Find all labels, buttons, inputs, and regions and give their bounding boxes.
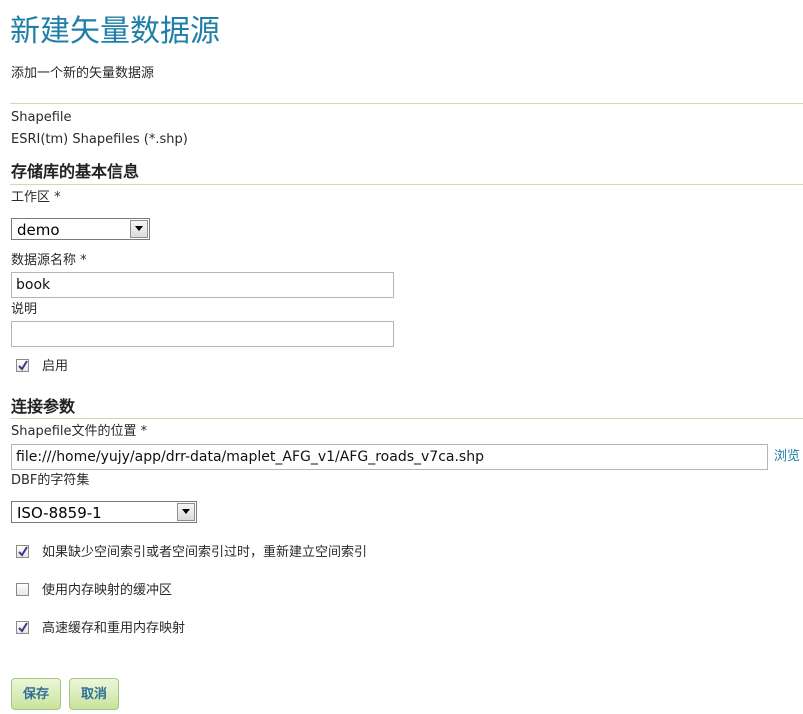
workspace-select[interactable]: demo — [11, 218, 150, 240]
workspace-label: 工作区 * — [11, 190, 61, 205]
section-connection-title: 连接参数 — [11, 397, 76, 416]
memory-mapped-buffer-checkbox[interactable] — [16, 583, 29, 596]
cancel-button[interactable]: 取消 — [69, 678, 119, 710]
dbf-charset-select[interactable]: ISO-8859-1 — [11, 501, 197, 523]
shapefile-location-input[interactable]: file:///home/yujy/app/drr-data/maplet_AF… — [11, 444, 768, 470]
rebuild-spatial-index-checkbox[interactable] — [16, 545, 29, 558]
cache-memory-maps-label: 高速缓存和重用内存映射 — [42, 621, 186, 636]
dbf-charset-label: DBF的字符集 — [11, 473, 90, 488]
workspace-selected-value: demo — [17, 221, 60, 239]
save-button[interactable]: 保存 — [11, 678, 61, 710]
new-vector-store-page: 新建矢量数据源 添加一个新的矢量数据源 Shapefile ESRI(tm) S… — [0, 0, 803, 714]
store-type-name: Shapefile — [11, 110, 72, 125]
enabled-checkbox[interactable] — [16, 359, 29, 372]
browse-link[interactable]: 浏览 — [774, 448, 800, 466]
page-subtitle: 添加一个新的矢量数据源 — [11, 66, 155, 81]
divider — [10, 184, 803, 185]
description-label: 说明 — [11, 302, 38, 317]
section-basic-info-title: 存储库的基本信息 — [11, 162, 140, 181]
chevron-down-icon[interactable] — [130, 220, 148, 238]
dbf-charset-selected-value: ISO-8859-1 — [17, 504, 102, 522]
page-title: 新建矢量数据源 — [10, 14, 220, 49]
divider — [10, 103, 803, 104]
description-input[interactable] — [11, 321, 394, 347]
store-type-description: ESRI(tm) Shapefiles (*.shp) — [11, 132, 188, 147]
enabled-label: 启用 — [42, 359, 69, 374]
shapefile-location-label: Shapefile文件的位置 * — [11, 424, 148, 439]
store-name-input[interactable]: book — [11, 272, 394, 298]
store-name-label: 数据源名称 * — [11, 253, 87, 268]
divider — [10, 418, 803, 419]
cache-memory-maps-checkbox[interactable] — [16, 621, 29, 634]
memory-mapped-buffer-label: 使用内存映射的缓冲区 — [42, 583, 173, 598]
chevron-down-icon[interactable] — [177, 503, 195, 521]
rebuild-spatial-index-label: 如果缺少空间索引或者空间索引过时，重新建立空间索引 — [42, 545, 368, 560]
